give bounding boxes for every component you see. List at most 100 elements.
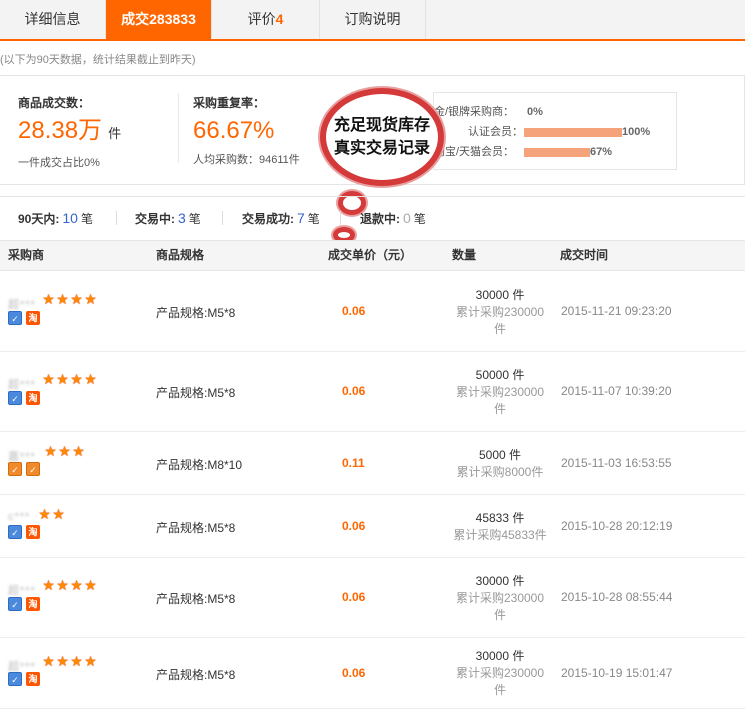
promo-line-2: 真实交易记录 [333, 140, 430, 157]
divider [116, 211, 117, 225]
buyer-gold-pct: 0% [527, 106, 543, 118]
buyer-name[interactable]: c*** [8, 511, 30, 523]
buyer-taobao-label: 淘宝/天猫会员： [434, 146, 515, 158]
buyer-credit-stars: ★★★★ [42, 577, 98, 593]
stat-refund-unit: 笔 [413, 212, 426, 226]
buyer-certified-label: 认证会员： [468, 126, 523, 138]
buyer-badges: ✓ 淘 [8, 672, 44, 687]
tab-order-info[interactable]: 订购说明 [320, 0, 426, 39]
accumulated-purchase: 累计采购230000 [455, 384, 545, 399]
certified-member-icon[interactable]: ✓ [8, 672, 22, 687]
buyer-certified-pct: 100% [622, 126, 651, 138]
buyer-badges: ✓ 淘 [8, 596, 44, 611]
buyer-badges: ✓ 淘 [8, 525, 44, 540]
star-icon: ★ [42, 371, 55, 387]
buyer-row-taobao: 淘宝/天猫会员： 67% [434, 143, 678, 161]
quantity: 30000 件 累计采购230000 件 [445, 648, 555, 699]
stat-refund-count: 0 [403, 210, 411, 226]
quantity: 50000 件 累计采购230000 件 [445, 367, 555, 418]
quantity-value: 5000 件 [478, 447, 522, 462]
quantity: 30000 件 累计采购230000 件 [445, 573, 555, 624]
certified-member-icon[interactable]: ✓ [8, 310, 22, 325]
accumulated-purchase-unit: 件 [493, 321, 506, 336]
certified-member-icon[interactable]: ✓ [8, 525, 22, 540]
buyer-taobao-pct: 67% [590, 146, 613, 158]
certified-member-icon[interactable]: ✓ [8, 462, 22, 477]
table-row: c*** ★★ ✓ 淘产品规格:M5*8 0.06 45833 件 累计采购45833件… [0, 495, 745, 558]
stat-90days[interactable]: 90天内: 10 笔 [18, 197, 93, 240]
stat-trading-label: 交易中: [135, 212, 175, 226]
taobao-icon[interactable]: 淘 [26, 596, 40, 611]
stat-success-unit: 笔 [307, 212, 320, 226]
stat-success[interactable]: 交易成功: 7 笔 [242, 197, 320, 240]
data-range-note: (以下为90天数据，统计结果截止到昨天) [0, 54, 196, 66]
product-spec: 产品规格:M5*8 [156, 520, 236, 535]
certified-member-icon[interactable]: ✓ [26, 462, 40, 477]
buyer-type-breakdown: 金/银牌采购商： 0% 认证会员： 100% 淘宝/天猫会员： 67% [433, 92, 677, 170]
star-icon: ★ [38, 505, 51, 522]
divider [222, 211, 223, 225]
buyer-taobao-bar [524, 148, 590, 157]
tab-reviews-count: 4 [275, 11, 284, 27]
col-buyer: 采购商 [8, 248, 45, 262]
stat-refund[interactable]: 退款中: 0 笔 [360, 197, 426, 240]
repurchase-summary: 采购重复率： 66.67% 人均采购数：94611件 [193, 94, 300, 167]
divider [178, 93, 179, 163]
deals-unit: 件 [108, 126, 122, 141]
tab-transactions-label: 成交 [121, 11, 150, 27]
divider [340, 211, 341, 225]
col-time: 成交时间 [560, 248, 609, 262]
col-spec: 商品规格 [156, 248, 205, 262]
table-row: 超*** ★★★★ ✓ 淘产品规格:M5*8 0.06 50000 件 累计采购2300… [0, 352, 745, 432]
star-icon: ★ [42, 291, 55, 307]
stat-success-label: 交易成功: [242, 212, 294, 226]
deals-label: 商品成交数： [18, 96, 91, 110]
stat-trading[interactable]: 交易中: 3 笔 [135, 197, 201, 240]
certified-member-icon[interactable]: ✓ [8, 390, 22, 405]
accumulated-purchase: 累计采购230000 [455, 590, 545, 605]
accumulated-purchase-unit: 件 [493, 401, 506, 416]
stat-90days-label: 90天内: [18, 212, 60, 226]
table-header: 采购商 商品规格 成交单价（元） 数量 成交时间 [0, 240, 745, 271]
unit-price: 0.06 [342, 384, 366, 398]
table-row: 超*** ★★★★ ✓ 淘产品规格:M5*8 0.06 30000 件 累计采购2300… [0, 558, 745, 638]
taobao-icon[interactable]: 淘 [26, 525, 40, 540]
deal-time: 2015-10-28 20:12:19 [561, 518, 673, 533]
buyer-certified-bar [524, 128, 622, 137]
star-icon: ★ [70, 291, 83, 307]
star-icon: ★ [84, 652, 97, 669]
deal-time: 2015-11-21 09:23:20 [561, 304, 672, 318]
buyer-badges: ✓ ✓ [8, 462, 44, 477]
star-icon: ★ [70, 371, 83, 387]
repurchase-value: 66.67% [193, 117, 275, 144]
single-piece-ratio: 一件成交占比0% [18, 157, 100, 169]
certified-member-icon[interactable]: ✓ [8, 596, 22, 611]
tab-reviews-label: 评价 [247, 11, 276, 27]
tab-reviews[interactable]: 评价4 [212, 0, 320, 39]
table-row: 嘉*** ★★★ ✓ ✓ 产品规格:M8*10 0.11 5000 件 累计采购8000件… [0, 432, 745, 495]
accumulated-purchase-unit: 件 [493, 607, 506, 622]
unit-price: 0.06 [342, 590, 366, 604]
col-price: 成交单价（元） [328, 248, 413, 262]
promo-line-1: 充足现货库存 [333, 117, 430, 134]
buyer-credit-stars: ★★★ [44, 444, 86, 459]
star-icon: ★ [84, 371, 97, 387]
taobao-icon[interactable]: 淘 [26, 310, 40, 325]
accumulated-purchase: 累计采购230000 [455, 666, 545, 680]
buyer-badges: ✓ 淘 [8, 310, 44, 325]
tab-transactions[interactable]: 成交283833 [106, 0, 212, 39]
star-icon: ★ [70, 652, 83, 669]
tab-details[interactable]: 详细信息 [0, 0, 106, 39]
deal-time: 2015-10-28 08:55:44 [561, 590, 673, 604]
unit-price: 0.06 [342, 304, 366, 318]
quantity-value: 30000 件 [475, 287, 525, 302]
stat-success-count: 7 [297, 210, 305, 226]
star-icon: ★ [84, 291, 97, 307]
taobao-icon[interactable]: 淘 [26, 390, 40, 405]
taobao-icon[interactable]: 淘 [26, 672, 40, 687]
col-qty: 数量 [452, 248, 477, 262]
star-icon: ★ [56, 577, 69, 593]
buyer-row-gold: 金/银牌采购商： 0% [434, 103, 543, 121]
promo-bubble-text: 充足现货库存 真实交易记录 [326, 114, 438, 160]
unit-price: 0.06 [342, 665, 366, 680]
